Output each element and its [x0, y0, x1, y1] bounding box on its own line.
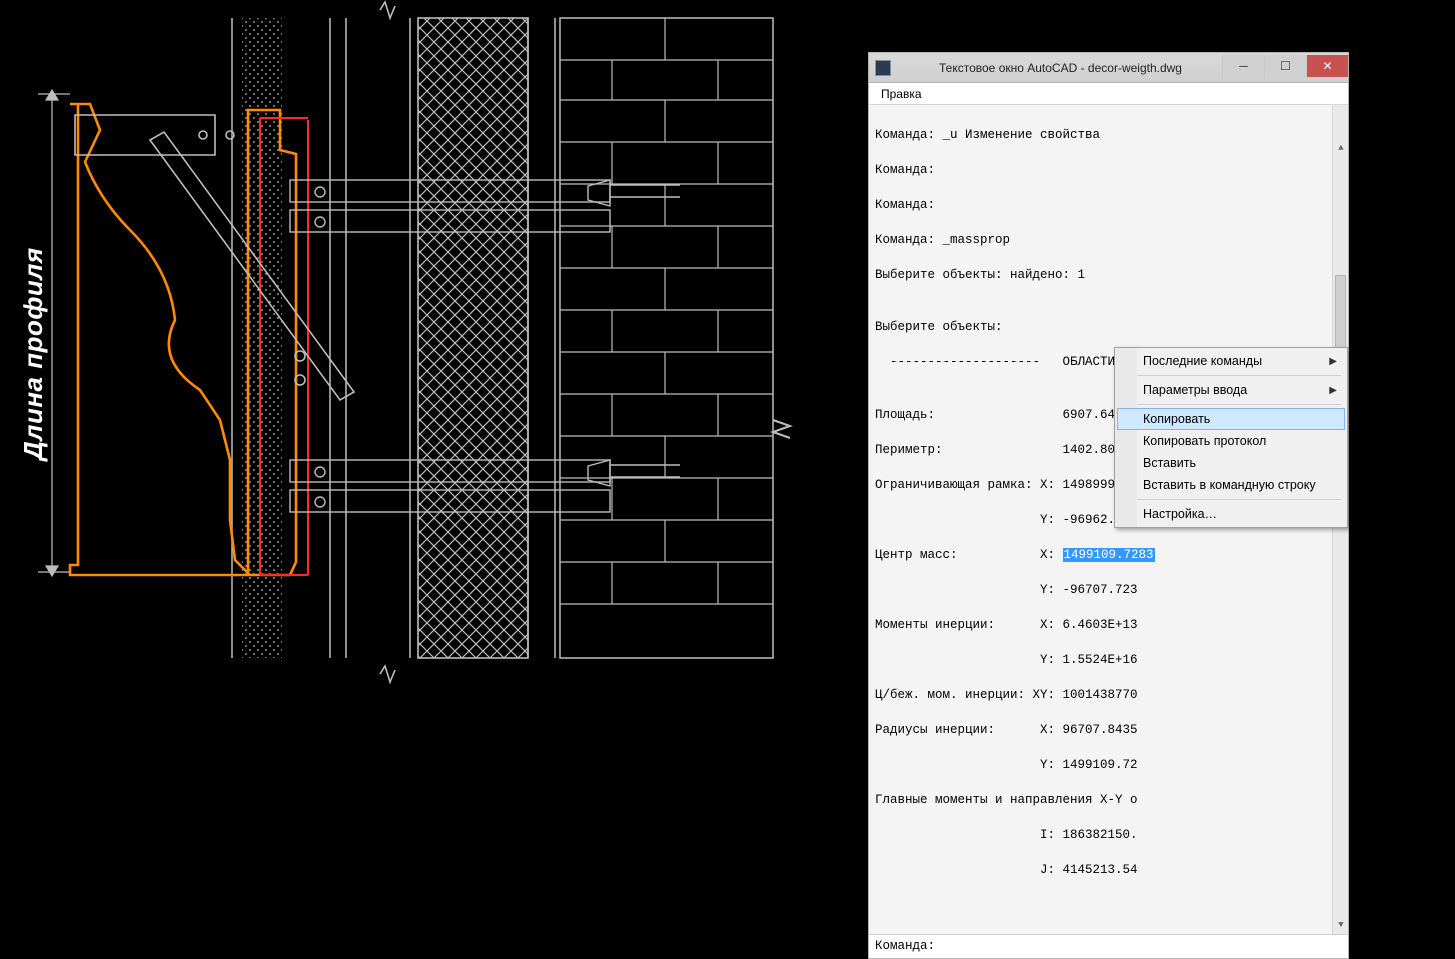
cm-input-params[interactable]: Параметры ввода ▶	[1117, 379, 1345, 401]
submenu-arrow-icon: ▶	[1329, 385, 1337, 396]
cad-drawing-svg	[0, 0, 800, 685]
cm-copy[interactable]: Копировать	[1117, 408, 1345, 430]
output-line: Команда: _u Изменение свойства	[875, 127, 1342, 145]
submenu-arrow-icon: ▶	[1329, 356, 1337, 367]
command-line: Команда:	[869, 934, 1348, 958]
scroll-down-button[interactable]: ▼	[1333, 918, 1348, 934]
maximize-button[interactable]: ☐	[1264, 55, 1306, 77]
output-line: I: 186382150.	[875, 827, 1342, 845]
output-line: Моменты инерции: X: 6.4603E+13	[875, 617, 1342, 635]
output-line: Главные моменты и направления X-Y о	[875, 792, 1342, 810]
cm-label: Настройка…	[1143, 507, 1217, 521]
context-menu: Последние команды ▶ Параметры ввода ▶ Ко…	[1114, 347, 1348, 528]
output-line: Радиусы инерции: X: 96707.8435	[875, 722, 1342, 740]
close-button[interactable]: ✕	[1306, 55, 1348, 77]
titlebar[interactable]: Текстовое окно AutoCAD - decor-weigth.dw…	[869, 53, 1348, 83]
output-line: Y: 1499109.72	[875, 757, 1342, 775]
cm-label: Параметры ввода	[1143, 383, 1247, 397]
cm-paste[interactable]: Вставить	[1117, 452, 1345, 474]
output-line: Команда: _massprop	[875, 232, 1342, 250]
app-icon	[875, 60, 891, 76]
output-line: Команда:	[875, 162, 1342, 180]
profile-length-label: Длина профиля	[18, 247, 49, 460]
output-line: Выберите объекты:	[875, 319, 1342, 337]
output-line: Центр масс: X: 1499109.7283	[875, 547, 1342, 565]
output-line: Выберите объекты: найдено: 1	[875, 267, 1342, 285]
cm-recent-commands[interactable]: Последние команды ▶	[1117, 350, 1345, 372]
output-line: Y: -96707.723	[875, 582, 1342, 600]
output-line: Ц/беж. мом. инерции: XY: 1001438770	[875, 687, 1342, 705]
cad-drawing-area[interactable]: Длина профиля	[0, 0, 800, 685]
cm-label: Вставить	[1143, 456, 1196, 470]
cm-label: Копировать	[1143, 412, 1210, 426]
output-line: Команда:	[875, 197, 1342, 215]
cm-label: Копировать протокол	[1143, 434, 1266, 448]
window-title: Текстовое окно AutoCAD - decor-weigth.dw…	[899, 61, 1222, 75]
cm-label: Последние команды	[1143, 354, 1262, 368]
separator	[1121, 375, 1341, 376]
output-line: Y: 1.5524E+16	[875, 652, 1342, 670]
minimize-button[interactable]: ─	[1222, 55, 1264, 77]
command-prompt: Команда:	[875, 939, 935, 953]
scroll-up-button[interactable]: ▲	[1333, 140, 1348, 156]
menubar: Правка	[869, 83, 1348, 105]
menu-edit[interactable]: Правка	[875, 85, 928, 103]
separator	[1121, 499, 1341, 500]
cm-label: Вставить в командную строку	[1143, 478, 1316, 492]
command-input[interactable]	[943, 939, 1342, 953]
cm-paste-to-cmd[interactable]: Вставить в командную строку	[1117, 474, 1345, 496]
cm-settings[interactable]: Настройка…	[1117, 503, 1345, 525]
cm-copy-log[interactable]: Копировать протокол	[1117, 430, 1345, 452]
separator	[1121, 404, 1341, 405]
selected-text[interactable]: 1499109.7283	[1063, 548, 1155, 562]
output-line: J: 4145213.54	[875, 862, 1342, 880]
